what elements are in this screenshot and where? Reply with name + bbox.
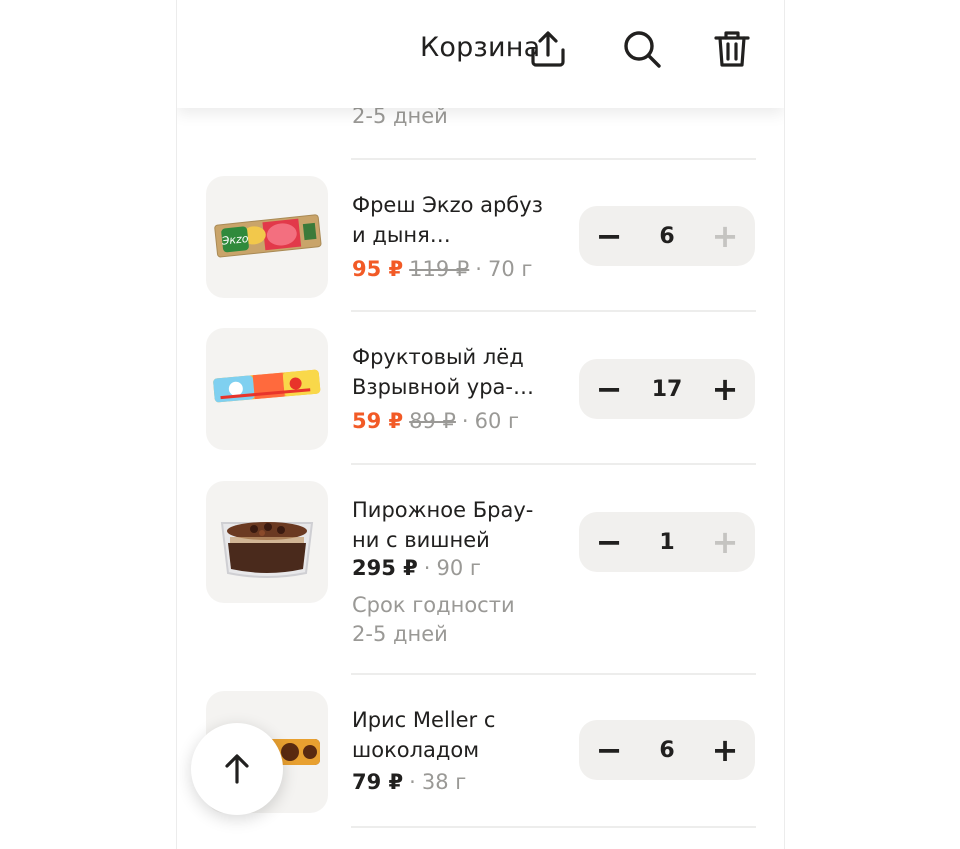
product-name: Фреш Экzo арбуз и дыня… [352,193,543,247]
search-icon[interactable] [619,26,665,72]
divider [351,673,756,675]
decrease-button[interactable]: − [581,359,637,419]
shelf-life-label: Срок годности [352,593,515,617]
shelf-life-value: 2-5 дней [352,622,448,646]
divider [351,463,756,465]
divider [351,310,756,312]
separator-dot: · [423,556,431,580]
quantity-value: 6 [659,223,675,249]
divider [351,826,756,828]
separator-dot: · [409,770,416,794]
product-weight: 38 г [421,770,467,794]
old-price: 89 ₽ [409,409,456,433]
header: Корзина [177,0,784,108]
product-weight: 70 г [487,257,533,281]
decrease-button[interactable]: − [581,512,637,572]
price-line: 79 ₽ · 38 г [352,767,466,797]
price-line: 295 ₽ · 90 г [352,553,481,583]
separator-dot: · [461,409,469,433]
price-line: 59 ₽89 ₽ · 60 г [352,406,519,436]
share-icon[interactable] [525,26,571,72]
arrow-up-icon [225,754,249,784]
page-title: Корзина [420,32,541,63]
trash-icon[interactable] [709,26,755,72]
product-name: Фруктовый лёд Взрывной ура-… [352,345,534,399]
increase-button[interactable]: + [697,512,753,572]
cart-screen: Корзина 2-5 дней Экzo Фреш Экzo арбуз и … [176,0,785,849]
old-price: 119 ₽ [409,257,470,281]
product-image: Экzo [206,176,328,298]
separator-dot: · [475,257,482,281]
increase-button[interactable]: + [697,720,753,780]
product-image [206,481,328,603]
product-weight: 60 г [474,409,520,433]
increase-button[interactable]: + [697,359,753,419]
sale-price: 95 ₽ [352,257,404,281]
sale-price: 59 ₽ [352,409,404,433]
product-price: 79 ₽ [352,770,404,794]
increase-button[interactable]: + [697,206,753,266]
quantity-value: 17 [651,376,683,402]
decrease-button[interactable]: − [581,720,637,780]
quantity-stepper: − 1 + [579,512,755,572]
quantity-stepper: − 17 + [579,359,755,419]
product-image [206,328,328,450]
decrease-button[interactable]: − [581,206,637,266]
quantity-value: 1 [659,529,675,555]
divider [351,158,756,160]
quantity-stepper: − 6 + [579,720,755,780]
product-name: Ирис Meller с шоколадом [352,708,496,762]
quantity-stepper: − 6 + [579,206,755,266]
price-line: 95 ₽119 ₽ · 70 г [352,254,532,284]
quantity-value: 6 [659,737,675,763]
product-price: 295 ₽ [352,556,418,580]
product-weight: 90 г [436,556,481,580]
product-name: Пирожное Брау-ни с вишней [352,498,534,552]
scroll-to-top-button[interactable] [191,723,283,815]
